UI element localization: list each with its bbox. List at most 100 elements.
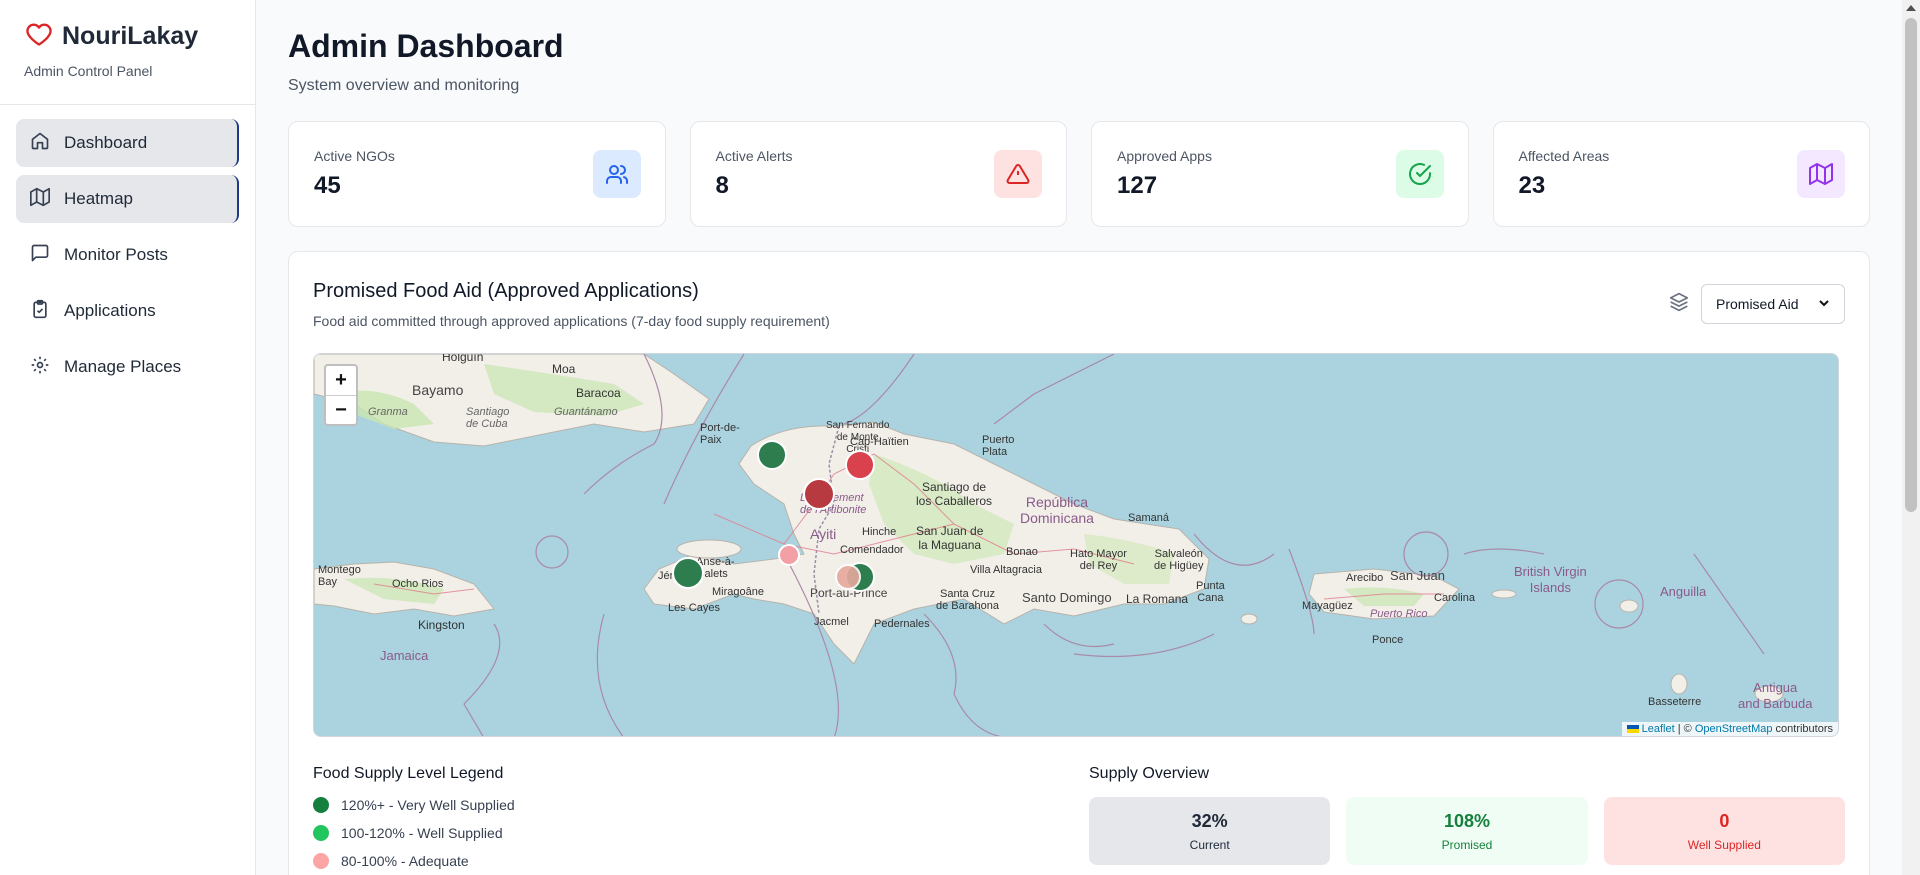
map-label-salvaleon: Salvaleón de Higüey	[1154, 548, 1204, 572]
scroll-thumb[interactable]	[1905, 18, 1917, 512]
map-label-guantanamo: Guantánamo	[554, 406, 618, 418]
map-label-holguin: Holguín	[442, 353, 484, 364]
map-marker[interactable]	[845, 450, 875, 480]
legend-label: 100-120% - Well Supplied	[341, 825, 503, 841]
map-label-punta-cana: Punta Cana	[1196, 580, 1225, 604]
sidebar-item-dashboard[interactable]: Dashboard	[16, 119, 239, 167]
map-label-rep-dom: República Dominicana	[1020, 494, 1094, 526]
map-label-villa-altagracia: Villa Altagracia	[970, 564, 1042, 576]
map-label-granma: Granma	[368, 406, 408, 418]
message-square-icon	[30, 243, 50, 268]
heatmap-map[interactable]: Holguín Moa Bayamo Baracoa Granma Santia…	[313, 353, 1839, 737]
page-scrollbar[interactable]	[1902, 0, 1920, 875]
supply-promised: 108% Promised	[1346, 797, 1588, 865]
supply-label: Current	[1189, 838, 1230, 852]
leaflet-link[interactable]: Leaflet	[1642, 723, 1675, 735]
page-title: Admin Dashboard	[288, 28, 564, 64]
map-controls: Promised Aid	[1669, 284, 1845, 324]
check-circle-icon	[1395, 150, 1444, 198]
map-marker[interactable]	[672, 557, 704, 589]
stat-card-affected-areas: Affected Areas 23	[1492, 121, 1870, 227]
map-marker[interactable]	[835, 564, 861, 590]
food-aid-card: Promised Food Aid (Approved Applications…	[288, 251, 1870, 875]
map-label-san-juan: San Juan	[1390, 568, 1445, 583]
map-attribution: Leaflet | © OpenStreetMap contributors	[1621, 722, 1838, 736]
legend-title: Food Supply Level Legend	[313, 765, 504, 782]
map-label-miragoane: Miragoâne	[712, 586, 764, 598]
stats-row: Active NGOs 45 Active Alerts 8 Approved …	[288, 121, 1870, 227]
legend-item: 100-120% - Well Supplied	[313, 825, 1089, 841]
map-label-puerto-plata: Puerto Plata	[982, 434, 1015, 458]
map-label-moa: Moa	[552, 362, 576, 376]
supply-title: Supply Overview	[1089, 765, 1210, 782]
zoom-out-button[interactable]: −	[326, 395, 356, 424]
layers-icon	[1669, 292, 1689, 317]
sidebar-item-heatmap[interactable]: Heatmap	[16, 175, 239, 223]
sidebar-item-monitor-posts[interactable]: Monitor Posts	[16, 231, 239, 279]
map-label-anguilla: Anguilla	[1660, 584, 1707, 599]
map-label-ocho-rios: Ocho Rios	[392, 578, 444, 590]
zoom-controls: + −	[324, 364, 358, 426]
zoom-in-button[interactable]: +	[326, 366, 356, 395]
layer-select[interactable]: Promised Aid	[1701, 284, 1845, 324]
legend-item: 120%+ - Very Well Supplied	[313, 797, 1089, 813]
sidebar-item-label: Monitor Posts	[64, 245, 168, 264]
stat-card-active-ngos: Active NGOs 45	[288, 121, 666, 227]
supply-legend: Food Supply Level Legend 120%+ - Very We…	[313, 765, 1089, 869]
main-content: Admin Dashboard System overview and moni…	[256, 0, 1902, 875]
heart-icon	[24, 20, 54, 53]
sidebar-item-label: Heatmap	[64, 189, 133, 208]
clipboard-check-icon	[30, 299, 50, 324]
sidebar: NouriLakay Admin Control Panel Dashboard…	[0, 0, 256, 875]
users-icon	[592, 150, 641, 198]
map-label-jamaica: Jamaica	[380, 648, 429, 663]
legend-dot	[313, 825, 329, 841]
chevron-down-icon	[1818, 296, 1830, 312]
map-footer: Food Supply Level Legend 120%+ - Very We…	[313, 765, 1845, 869]
stat-value: 127	[1117, 172, 1158, 199]
sidebar-nav: Dashboard Heatmap Monitor Posts Applicat…	[0, 105, 255, 413]
home-icon	[30, 131, 50, 156]
map-marker[interactable]	[757, 440, 787, 470]
sidebar-item-label: Manage Places	[64, 357, 182, 376]
map-label-pedernales: Pedernales	[874, 618, 930, 630]
gear-icon	[30, 355, 50, 380]
map-label-bayamo: Bayamo	[412, 382, 464, 398]
map-marker[interactable]	[778, 544, 800, 566]
legend-label: 120%+ - Very Well Supplied	[341, 797, 515, 813]
legend-label: 80-100% - Adequate	[341, 853, 469, 869]
brand-name: NouriLakay	[62, 22, 199, 50]
map-label-santiago-cuba: Santiago de Cuba	[466, 406, 510, 430]
map-label-hinche: Hinche	[862, 526, 897, 538]
map-label-cap-haitien: Cap-Haïtien	[850, 436, 909, 448]
supply-value: 0	[1719, 811, 1730, 831]
ukraine-flag-icon	[1626, 725, 1639, 734]
sidebar-item-applications[interactable]: Applications	[16, 287, 239, 335]
legend-dot	[313, 797, 329, 813]
supply-value: 32%	[1191, 811, 1228, 831]
map-label-santiago-caballeros: Santiago de los Caballeros	[916, 480, 993, 508]
map-marker[interactable]	[803, 478, 835, 510]
map-label-bonao: Bonao	[1006, 546, 1038, 558]
sidebar-item-manage-places[interactable]: Manage Places	[16, 343, 239, 391]
stat-card-approved-apps: Approved Apps 127	[1091, 121, 1469, 227]
map-label-santo-domingo: Santo Domingo	[1022, 590, 1112, 605]
map-label-port-de-paix: Port-de- Paix	[700, 422, 740, 446]
map-icon	[1797, 150, 1845, 198]
map-label-mayaguez: Mayagüez	[1302, 600, 1353, 612]
sidebar-item-label: Dashboard	[64, 133, 148, 152]
map-label-san-juan-maguana: San Juan de la Maguana	[916, 524, 984, 552]
osm-link[interactable]: OpenStreetMap	[1695, 723, 1773, 735]
brand-header: NouriLakay Admin Control Panel	[0, 0, 255, 105]
map-label-baracoa: Baracoa	[576, 386, 621, 400]
map-label-jacmel: Jacmel	[814, 616, 849, 628]
map-label-kingston: Kingston	[418, 618, 465, 632]
stat-label: Approved Apps	[1117, 148, 1212, 164]
map-label-ponce: Ponce	[1372, 634, 1404, 646]
scroll-up-arrow-icon[interactable]	[1906, 5, 1916, 11]
stat-label: Active NGOs	[314, 148, 395, 164]
sidebar-item-label: Applications	[64, 301, 156, 320]
map-label-montego: Montego Bay	[318, 564, 361, 588]
supply-row: 32% Current 108% Promised 0 Well Supplie…	[1089, 797, 1845, 865]
supply-label: Promised	[1441, 838, 1493, 852]
